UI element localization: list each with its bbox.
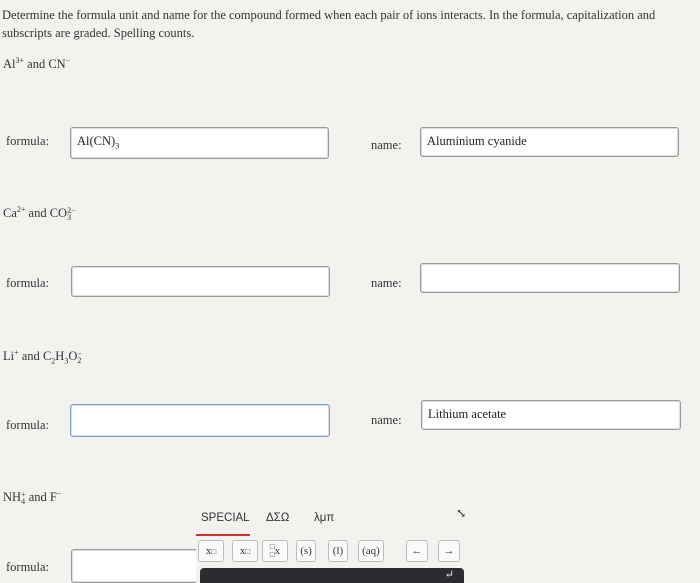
ion-pair-3: Li+ and C2H3O− 2 [3, 348, 82, 366]
subscript-key[interactable]: x □ [232, 540, 258, 562]
keyboard-bottom-bar: ↵ [200, 568, 464, 583]
formula-label-3: formula: [6, 418, 50, 432]
formula-input-3[interactable] [70, 404, 330, 437]
name-input-2[interactable] [420, 263, 680, 293]
formula-label-1: formula: [6, 134, 50, 148]
name-input-1[interactable]: Aluminium cyanide [420, 127, 679, 157]
formula-label-2: formula: [6, 276, 50, 290]
name-input-3[interactable]: Lithium acetate [421, 400, 681, 430]
enter-icon[interactable]: ↵ [445, 568, 454, 581]
tab-greek-lower[interactable]: λμπ [314, 512, 334, 524]
active-tab-underline [196, 534, 250, 536]
name-label-3: name: [371, 413, 402, 427]
aqueous-key[interactable]: (aq) [358, 540, 384, 562]
formula-input-1[interactable]: Al(CN)3 [70, 127, 329, 159]
arrow-left-icon[interactable]: ← [406, 540, 428, 562]
name-label-1: name: [371, 138, 402, 152]
ion-pair-4: NH+ 4 and F− [3, 489, 62, 507]
tab-special[interactable]: SPECIAL [201, 512, 250, 524]
formula-input-2[interactable] [71, 266, 330, 297]
formula-label-4: formula: [6, 560, 50, 574]
ion-pair-1: Al3+ and CN− [3, 56, 71, 72]
tab-greek-upper[interactable]: ΔΣΩ [266, 512, 289, 524]
superscript-key[interactable]: x □ [198, 540, 224, 562]
liquid-key[interactable]: (l) [328, 540, 348, 562]
instructions-text: Determine the formula unit and name for … [2, 8, 656, 40]
arrow-right-icon[interactable]: → [438, 540, 460, 562]
ion-pair-2: Ca2+ and CO2− 3 [3, 205, 76, 223]
math-keyboard: SPECIAL ΔΣΩ λμπ ⤡ x □ x □ □ □ x (s) (l) (aq)… [196, 500, 700, 583]
collapse-icon[interactable]: ⤡ [456, 506, 466, 521]
name-label-2: name: [371, 276, 402, 290]
prescript-key[interactable]: □ □ x [262, 540, 288, 562]
solid-key[interactable]: (s) [296, 540, 316, 562]
